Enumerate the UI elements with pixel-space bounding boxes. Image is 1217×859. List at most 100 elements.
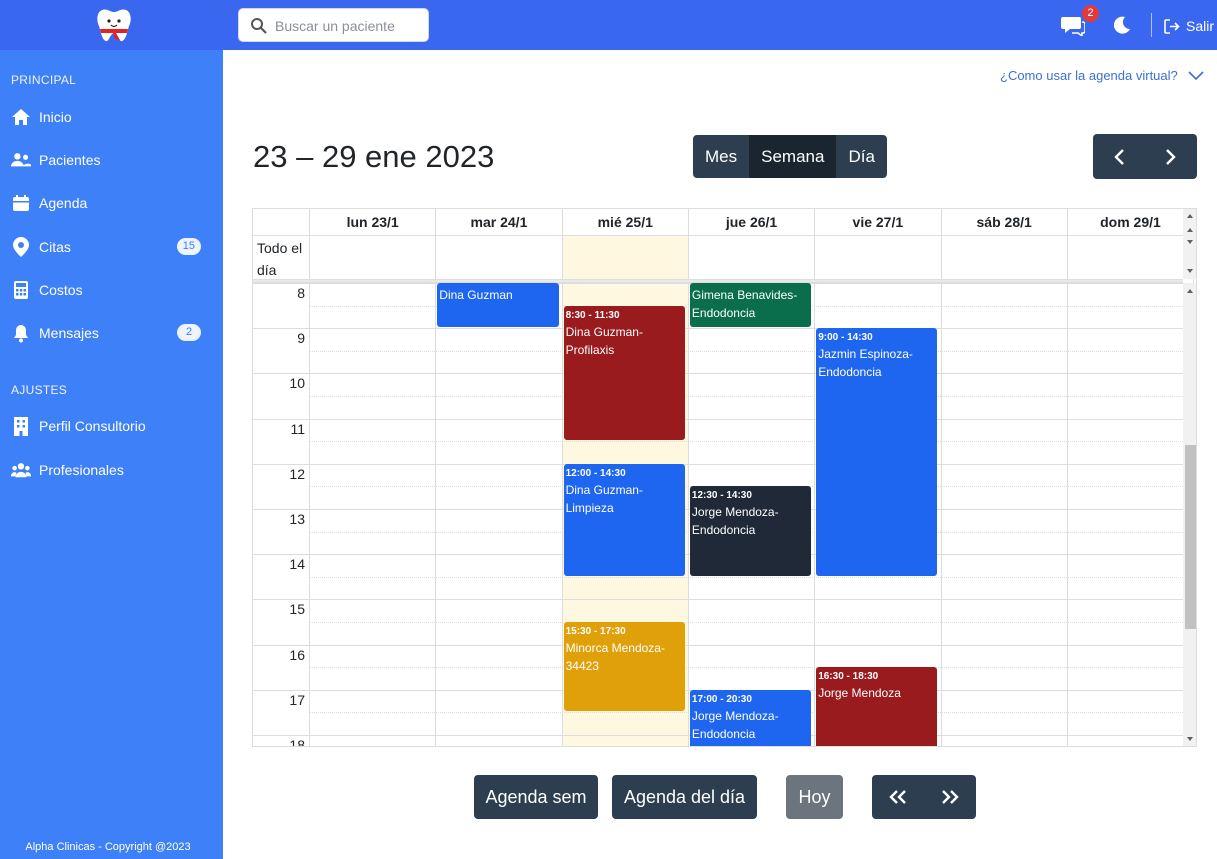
hour-grid-line [253,418,1194,420]
help-link-label: ¿Como usar la agenda virtual? [1000,68,1178,83]
previous-period-button[interactable] [1093,134,1145,179]
sidebar-item-citas[interactable]: Citas 15 [0,227,223,267]
sidebar-item-mensajes[interactable]: Mensajes 2 [0,313,223,353]
event-time: 12:00 - 14:30 [565,467,626,479]
all-day-label: Todo el día [257,240,303,278]
jump-back-button[interactable] [872,775,924,819]
chevron-left-icon [1114,148,1124,165]
hour-label: 17 [289,691,305,708]
event-title: Dina Guzman-Profilaxis [565,324,643,357]
hour-grid-line [253,599,1194,601]
logout-label: Salir [1186,18,1215,34]
calendar-event[interactable]: Dina Guzman [437,283,559,328]
view-switcher: Mes Semana Día [693,135,887,178]
column-divider-line [814,236,816,746]
calendar-event[interactable]: 16:30 - 18:30 Jorge Mendoza [816,667,938,746]
sidebar-item-inicio[interactable]: Inicio [0,97,223,137]
copyright-text: Alpha Clinicas - Copyright @2023 [25,841,191,853]
day-column-header[interactable]: mar 24/1 [435,209,561,236]
day-column-header[interactable]: sáb 28/1 [940,209,1067,236]
calendar-event[interactable]: 12:30 - 14:30 Jorge Mendoza-Endodoncia [689,486,812,576]
moon-icon[interactable] [1112,15,1132,35]
week-agenda-button[interactable]: Agenda sem [474,775,598,819]
scroll-down-arrow-icon[interactable] [1183,265,1197,277]
scroll-up-arrow-icon[interactable] [1183,210,1197,222]
half-hour-grid-line [309,396,1194,397]
citas-count-badge: 15 [176,238,201,255]
column-divider-line [687,236,689,746]
calendar-event[interactable]: 15:30 - 17:30 Minorca Mendoza-34423 [563,622,685,712]
event-time: 15:30 - 17:30 [565,626,626,637]
sidebar-item-profesionales[interactable]: Profesionales [0,450,223,490]
view-week-button[interactable]: Semana [749,135,837,178]
double-chevron-left-icon [889,790,906,804]
calendar-event[interactable]: Gimena Benavides-Endodoncia [689,283,812,328]
event-time: 9:00 - 14:30 [818,332,873,344]
hour-grid-line [253,644,1194,646]
help-agenda-link[interactable]: ¿Como usar la agenda virtual? [1000,68,1204,83]
hour-grid-line [253,463,1194,465]
half-hour-grid-line [309,350,1194,352]
view-month-button[interactable]: Mes [693,135,750,178]
event-time: 16:30 - 18:30 [818,671,879,683]
logout-button[interactable]: Salir [1163,16,1214,36]
tooth-logo-icon[interactable] [94,6,134,44]
sidebar-section-principal: PRINCIPAL [11,73,77,87]
column-divider-line [561,236,563,746]
logout-icon [1164,18,1180,34]
half-hour-grid-line [309,667,1194,669]
sidebar-item-label: Mensajes [39,325,99,341]
sidebar-item-label: Costos [39,282,83,298]
scroll-up-arrow-icon[interactable] [1183,285,1197,297]
calendar-event[interactable]: 12:00 - 14:30 Dina Guzman-Limpieza [563,463,685,576]
mensajes-count-badge: 2 [177,324,201,341]
sidebar-item-costos[interactable]: Costos [0,270,223,310]
hour-label: 14 [289,556,305,573]
column-divider-line [940,236,942,746]
chevron-right-icon [1166,148,1176,165]
event-title: Dina Guzman-Limpieza [565,482,643,515]
jump-forward-button[interactable] [924,775,976,819]
day-column-header[interactable]: vie 27/1 [814,209,940,236]
sidebar-item-label: Inicio [39,109,72,125]
today-button[interactable]: Hoy [786,775,843,819]
home-icon [11,107,31,127]
calendar-event[interactable]: 8:30 - 11:30 Dina Guzman-Profilaxis [563,305,685,441]
hour-label: 8 [297,285,305,301]
view-day-button[interactable]: Día [836,135,887,178]
event-title: Jorge Mendoza-Endodoncia [691,708,779,741]
sidebar-item-agenda[interactable]: Agenda [0,183,223,223]
scroll-up-arrow-icon[interactable] [1183,224,1197,236]
calendar-event[interactable]: 9:00 - 14:30 Jazmin Espinoza-Endodoncia [816,328,938,576]
header-divider [1151,13,1152,37]
day-column-header[interactable]: mié 25/1 [561,209,688,236]
event-title: Dina Guzman [439,288,513,302]
event-title: Jorge Mendoza-Endodoncia [691,505,779,538]
calendar-range-title: 23 – 29 ene 2023 [253,139,495,174]
sidebar-item-label: Citas [39,239,71,255]
next-period-button[interactable] [1145,134,1197,179]
sidebar-item-perfil-consultorio[interactable]: Perfil Consultorio [0,406,223,446]
day-agenda-button[interactable]: Agenda del día [612,775,757,819]
double-chevron-right-icon [942,790,959,804]
hour-label: 10 [289,375,305,392]
week-calendar: Todo el día lun 23/1 mar 24/1 mié 25/1 jue … [252,208,1197,747]
event-title: Gimena Benavides-Endodoncia [691,288,798,320]
hour-grid-line [253,328,1194,330]
column-divider-line [1066,236,1068,746]
bell-icon [11,323,31,343]
calendar-event[interactable]: 17:00 - 20:30 Jorge Mendoza-Endodoncia [689,689,812,746]
chat-icon[interactable] [1061,14,1085,36]
scroll-down-arrow-icon[interactable] [1183,733,1197,745]
calendar-scrollbar-thumb[interactable] [1185,445,1196,629]
day-column-header[interactable]: jue 26/1 [687,209,814,236]
sidebar-item-pacientes[interactable]: Pacientes [0,140,223,180]
day-column-header[interactable]: lun 23/1 [309,209,435,236]
hour-label: 13 [289,511,305,527]
scroll-down-arrow-icon[interactable] [1183,236,1197,248]
sidebar-item-label: Agenda [39,195,88,211]
search-box[interactable] [238,8,429,42]
day-column-header[interactable]: dom 29/1 [1066,209,1193,236]
search-input[interactable] [275,15,423,37]
half-hour-grid-line [309,622,1194,623]
